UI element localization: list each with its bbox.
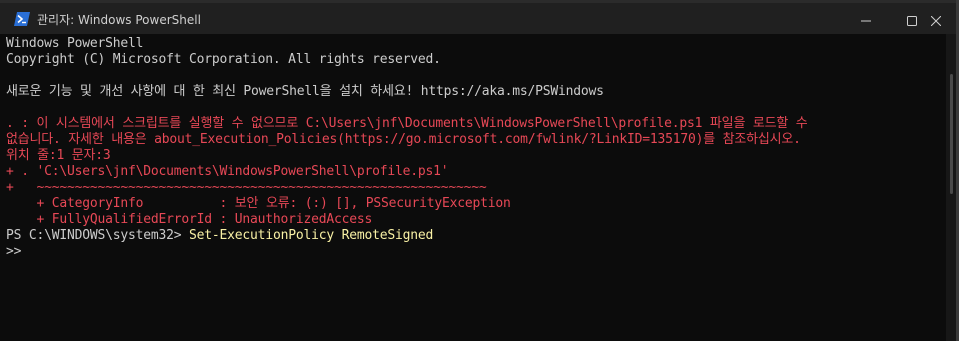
error-line: + . 'C:\Users\jnf\Documents\WindowsPower… xyxy=(6,164,449,179)
console-line: 새로운 기능 및 개선 사항에 대 한 최신 PowerShell을 설치 하세… xyxy=(6,84,604,99)
powershell-window: 관리자: Windows PowerShell Windows PowerShe… xyxy=(0,0,959,341)
minimize-icon xyxy=(861,11,871,30)
error-line: + ~~~~~~~~~~~~~~~~~~~~~~~~~~~~~~~~~~~~~~… xyxy=(6,180,487,195)
window-title: 관리자: Windows PowerShell xyxy=(37,13,201,27)
powershell-icon xyxy=(14,11,30,26)
command-text: Set-ExecutionPolicy RemoteSigned xyxy=(189,228,434,243)
error-line: . : 이 시스템에서 스크립트를 실행할 수 없으므로 C:\Users\jn… xyxy=(6,116,808,131)
title-bar[interactable]: 관리자: Windows PowerShell xyxy=(0,3,959,34)
error-line: 위치 줄:1 문자:3 xyxy=(6,148,111,163)
close-button[interactable] xyxy=(913,6,959,34)
console-output[interactable]: Windows PowerShell Copyright (C) Microso… xyxy=(0,34,946,341)
prompt-text: PS C:\WINDOWS\system32> xyxy=(6,228,190,243)
error-line: + FullyQualifiedErrorId : UnauthorizedAc… xyxy=(6,212,373,227)
continuation-prompt[interactable]: >> xyxy=(6,244,21,260)
scrollbar-thumb[interactable] xyxy=(950,74,953,194)
minimize-button[interactable] xyxy=(843,6,889,34)
command-line: PS C:\WINDOWS\system32> Set-ExecutionPol… xyxy=(6,228,433,244)
console-line: Copyright (C) Microsoft Corporation. All… xyxy=(6,52,441,67)
console-line: Windows PowerShell xyxy=(6,36,144,51)
close-icon xyxy=(930,11,942,30)
error-line: 없습니다. 자세한 내용은 about_Execution_Policies(h… xyxy=(6,132,801,147)
error-line: + CategoryInfo : 보안 오류: (:) [], PSSecuri… xyxy=(6,196,511,211)
